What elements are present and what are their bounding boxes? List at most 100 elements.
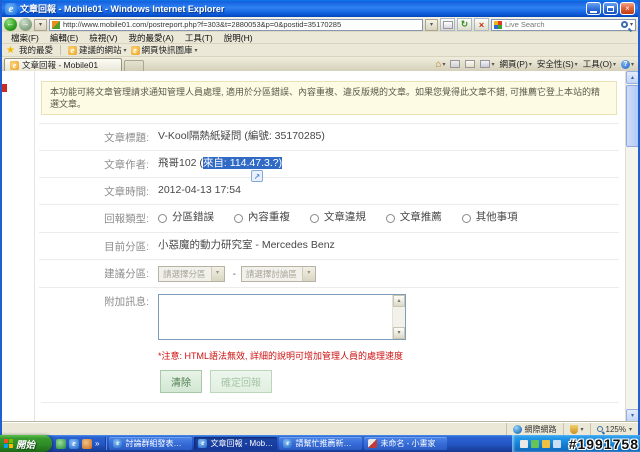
title-bar[interactable]: e 文章回報 - Mobile01 - Windows Internet Exp… [2,0,638,17]
media-player-icon[interactable] [82,438,92,449]
favorites-star-icon[interactable]: ★ [6,45,15,56]
search-input[interactable] [505,20,621,29]
feeds-button[interactable] [450,60,461,68]
menu-edit[interactable]: 編輯(E) [45,32,83,44]
back-button[interactable]: ← [4,18,17,31]
accelerator-icon[interactable]: ↗ [251,170,263,183]
internet-zone-icon [512,424,522,434]
web-slice-gallery-button[interactable]: e 網頁快訊圖庫 ▾ [130,44,198,56]
address-dropdown-icon[interactable]: ▾ [425,18,438,31]
task-label: 討論群組發表回覆... [125,439,189,448]
desktop-screen: e 文章回報 - Mobile01 - Windows Internet Exp… [0,0,640,452]
zoom-section[interactable]: 125% ▾ [589,423,638,435]
submit-report-button[interactable]: 確定回報 [210,370,272,394]
radio-icon[interactable] [309,213,319,223]
ie-task-icon: e [113,439,123,448]
radio-duplicate[interactable]: 內容重複 [233,211,290,225]
radio-recommend[interactable]: 文章推薦 [385,211,442,225]
scrollbar-up-icon[interactable]: ▴ [626,71,638,84]
quick-launch-bar: e » [52,438,103,449]
home-button[interactable]: ⌂ ▾ [435,59,445,70]
site-favicon [52,20,60,29]
close-button[interactable]: × [620,2,635,15]
message-textarea[interactable]: ▴ ▾ [158,294,406,341]
address-input[interactable]: http://www.mobile01.com/postreport.php?f… [49,18,423,31]
task-car-recommend[interactable]: e 請幫忙推薦新車款... [279,437,363,450]
tray-update-icon[interactable] [542,439,550,448]
scrollbar-thumb[interactable] [626,85,638,147]
maximize-button[interactable] [603,2,618,15]
favorites-button[interactable]: 我的最愛 [19,44,53,56]
scrollbar-down-icon[interactable]: ▾ [626,409,638,422]
radio-icon[interactable] [233,213,243,223]
messenger-icon[interactable] [56,438,66,449]
print-button[interactable]: ▾ [480,60,494,68]
task-article-report-active[interactable]: e 文章回報 - Mobile01... [194,437,278,450]
task-forum-reply[interactable]: e 討論群組發表回覆... [109,437,193,450]
maximize-icon [607,5,614,12]
menu-favorites[interactable]: 我的最愛(A) [124,32,179,44]
scroll-down-icon[interactable]: ▾ [393,327,405,340]
stop-button[interactable]: × [474,18,489,31]
help-menu-button[interactable]: ? ▾ [620,59,634,69]
radio-icon[interactable] [158,213,167,223]
radio-wrong-forum[interactable]: 分區錯誤 [158,211,214,225]
select-arrow-icon: ▾ [210,267,224,282]
clear-button[interactable]: 清除 [160,370,202,394]
new-tab-button[interactable] [124,60,144,71]
search-box[interactable]: ▾ [491,18,636,31]
zoom-icon [596,426,603,432]
menu-view[interactable]: 檢視(V) [84,32,122,44]
suggested-sites-label: 建議的網站 [78,45,122,55]
compatibility-button[interactable] [440,18,455,31]
select-separator: - [232,267,236,280]
task-paint[interactable]: 未命名 - 小畫家 [364,437,448,450]
quick-launch-more-icon[interactable]: » [95,439,99,448]
radio-violation[interactable]: 文章違規 [309,211,366,225]
suggested-sites-button[interactable]: e 建議的網站 ▾ [67,44,127,56]
start-button[interactable]: 開始 [0,435,52,452]
tray-network-icon[interactable] [553,439,561,448]
tab-active[interactable]: e 文章回報 - Mobile01 [4,58,122,71]
chevron-down-icon: ▾ [491,61,495,68]
printer-icon [480,60,491,68]
board-select[interactable]: 請選擇討論區 ▾ [240,266,316,283]
menu-file[interactable]: 檔案(F) [6,32,44,44]
radio-label: 其他事項 [475,211,518,224]
watermark-id: #1991758 [568,436,639,452]
category-select[interactable]: 請選擇分區 ▾ [158,266,225,283]
vertical-scrollbar[interactable]: ▴ ▾ [625,71,638,422]
page-left-red-marker [2,84,7,92]
read-mail-button[interactable] [465,60,476,68]
search-dropdown-icon[interactable]: ▾ [630,21,633,28]
minimize-button[interactable] [586,2,601,15]
address-url[interactable]: http://www.mobile01.com/postreport.php?f… [63,20,341,29]
page-menu-button[interactable]: 網頁(P) ▾ [499,58,531,70]
history-dropdown-icon[interactable]: ▾ [34,18,47,31]
safety-menu-button[interactable]: 安全性(S) ▾ [537,58,578,70]
radio-icon[interactable] [385,213,395,223]
textarea-scrollbar[interactable]: ▴ ▾ [392,295,405,340]
tray-antivirus-icon[interactable] [531,439,539,448]
radio-icon[interactable] [461,213,471,223]
protected-mode-icon [569,424,578,434]
textarea-body[interactable] [159,295,392,339]
menu-help[interactable]: 說明(H) [219,32,258,44]
menu-tools[interactable]: 工具(T) [180,32,218,44]
tray-ime-icon[interactable] [520,439,528,448]
radio-other[interactable]: 其他事項 [461,211,518,225]
author-label: 文章作者: [104,159,149,172]
author-name: 飛哥102 ( [158,157,203,170]
ie-quicklaunch-icon[interactable]: e [69,438,79,449]
report-form-page: 本功能可將文章管理請求通知管理人員處理, 適用於分區錯誤、內容重複、違反版規的文… [35,71,625,422]
help-icon: ? [620,59,630,69]
select-arrow-icon: ▾ [301,267,315,282]
search-magnifier-icon[interactable] [620,21,628,28]
scroll-up-icon[interactable]: ▴ [393,295,405,308]
report-type-label: 回報類型: [104,213,149,226]
tools-menu-button[interactable]: 工具(O) ▾ [583,58,616,70]
refresh-button[interactable]: ↻ [457,18,472,31]
protected-mode-section[interactable]: ▾ [562,423,590,435]
forward-button[interactable]: → [19,18,32,31]
live-search-icon [494,20,502,29]
